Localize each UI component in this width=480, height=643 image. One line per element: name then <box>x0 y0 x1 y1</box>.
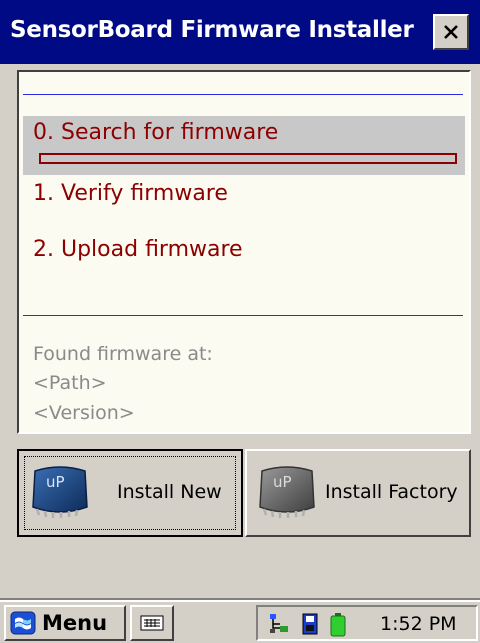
top-divider <box>23 94 463 95</box>
windows-logo-icon <box>10 611 36 635</box>
step-upload: 2. Upload firmware <box>33 237 243 262</box>
close-icon <box>444 25 458 39</box>
install-new-button[interactable]: uP Install New <box>17 449 243 537</box>
title-bar: SensorBoard Firmware Installer <box>0 0 480 64</box>
start-menu-button[interactable]: Menu <box>4 605 126 641</box>
close-button[interactable] <box>433 14 469 50</box>
window-title: SensorBoard Firmware Installer <box>10 17 414 43</box>
install-new-label: Install New <box>117 481 222 503</box>
firmware-path: <Path> <box>33 372 107 394</box>
chip-icon: uP <box>32 466 88 518</box>
keyboard-icon <box>140 615 164 631</box>
search-progress-bar <box>39 153 457 164</box>
network-icon[interactable] <box>268 612 290 636</box>
install-factory-label: Install Factory <box>325 481 458 503</box>
found-firmware-label: Found firmware at: <box>33 343 213 365</box>
chip-label: uP <box>273 473 292 491</box>
firmware-version: <Version> <box>33 402 135 424</box>
step-search: 0. Search for firmware <box>33 120 279 145</box>
bottom-divider <box>23 315 463 316</box>
system-tray: 1:52 PM <box>256 605 478 641</box>
menu-label: Menu <box>42 611 108 635</box>
chip-label: uP <box>46 473 65 491</box>
taskbar: Menu 1:52 PM <box>0 600 480 643</box>
input-panel-button[interactable] <box>130 605 174 641</box>
install-factory-button[interactable]: uP Install Factory <box>245 449 471 537</box>
chip-icon-gray: uP <box>259 466 315 518</box>
clock[interactable]: 1:52 PM <box>380 613 457 635</box>
step-verify: 1. Verify firmware <box>33 181 228 206</box>
storage-card-icon[interactable] <box>300 612 320 636</box>
battery-icon[interactable] <box>328 612 348 638</box>
progress-panel: 0. Search for firmware 1. Verify firmwar… <box>17 70 471 434</box>
